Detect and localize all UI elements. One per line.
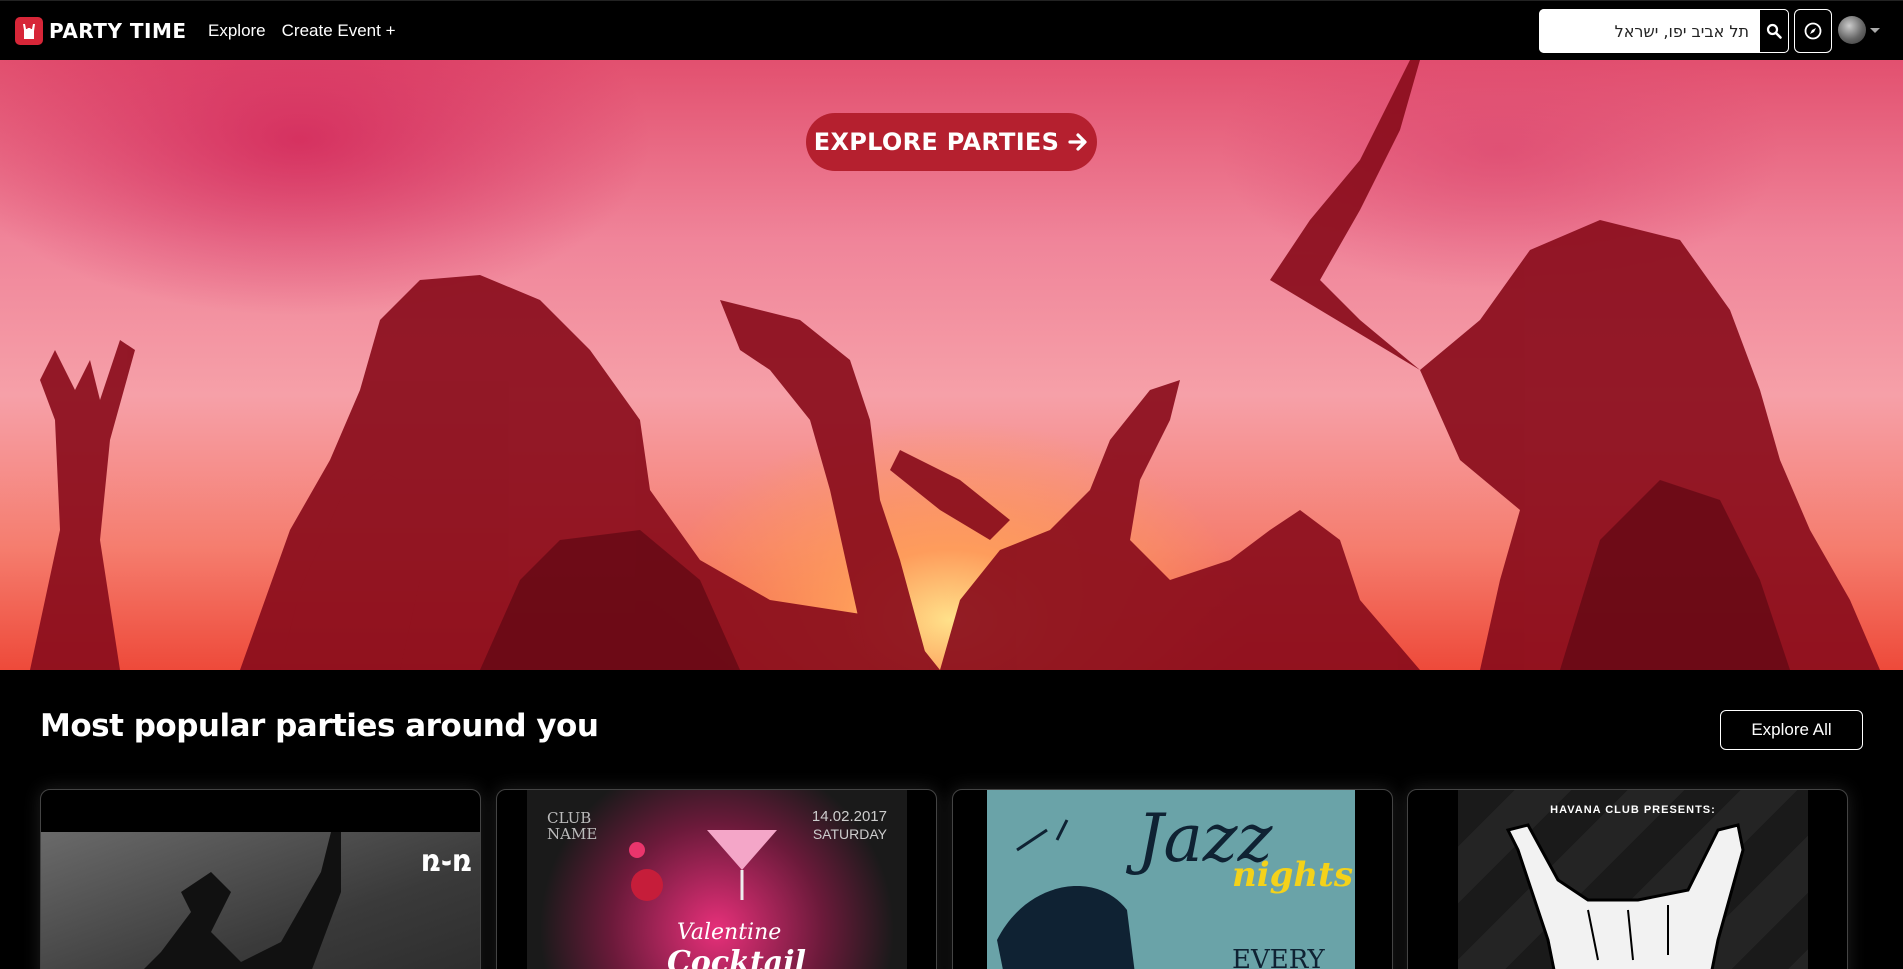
explore-all-button[interactable]: Explore All: [1720, 710, 1863, 750]
silhouette-dancer-image: [144, 832, 341, 969]
top-navbar: PARTY TIME Explore Create Event +: [0, 0, 1903, 60]
hero-banner: EXPLORE PARTIES: [0, 60, 1903, 670]
nav-create-event-link[interactable]: Create Event +: [282, 21, 396, 41]
explore-parties-label: EXPLORE PARTIES: [813, 128, 1060, 156]
compass-icon: [1804, 22, 1822, 40]
card-title: Valentine: [677, 920, 782, 945]
party-card[interactable]: CLUB NAME 14.02.2017 SATURDAY Valentine …: [496, 789, 937, 969]
party-card-image: HAVANA CLUB PRESENTS:: [1458, 790, 1808, 969]
brand-link[interactable]: PARTY TIME: [15, 17, 187, 45]
location-search: [1539, 9, 1789, 53]
party-card[interactable]: HAVANA CLUB PRESENTS:: [1407, 789, 1848, 969]
party-card[interactable]: ռ֊ռ: [40, 789, 481, 969]
search-button[interactable]: [1759, 9, 1789, 53]
party-card-image: ռ֊ռ: [41, 832, 480, 969]
party-card[interactable]: Jazz nights EVERY: [952, 789, 1393, 969]
avatar: [1838, 16, 1866, 44]
nearby-compass-button[interactable]: [1794, 9, 1832, 53]
card-brand-mark: ռ֊ռ: [420, 844, 472, 879]
card-subtitle: nights: [1232, 855, 1353, 895]
rock-hand-logo-icon: [15, 17, 43, 45]
user-menu-toggle[interactable]: [1838, 16, 1880, 44]
arrow-right-icon: [1068, 133, 1087, 151]
card-footer: EVERY: [1232, 945, 1325, 969]
chevron-down-icon: [1870, 27, 1880, 33]
card-subtitle: Cocktail: [667, 945, 807, 969]
section-title: Most popular parties around you: [40, 708, 599, 744]
party-card-image: CLUB NAME 14.02.2017 SATURDAY Valentine …: [527, 790, 907, 969]
popular-parties-list: ռ֊ռ CLUB NAME 14.02.2017 SATURDAY Valent…: [40, 789, 1863, 969]
brand-name: PARTY TIME: [49, 19, 187, 43]
search-icon: [1766, 23, 1782, 39]
explore-parties-button[interactable]: EXPLORE PARTIES: [806, 113, 1097, 171]
location-search-input[interactable]: [1539, 9, 1759, 53]
rock-hand-icon: [1505, 823, 1745, 969]
nav-explore-link[interactable]: Explore: [208, 21, 266, 41]
party-card-image: Jazz nights EVERY: [987, 790, 1355, 969]
